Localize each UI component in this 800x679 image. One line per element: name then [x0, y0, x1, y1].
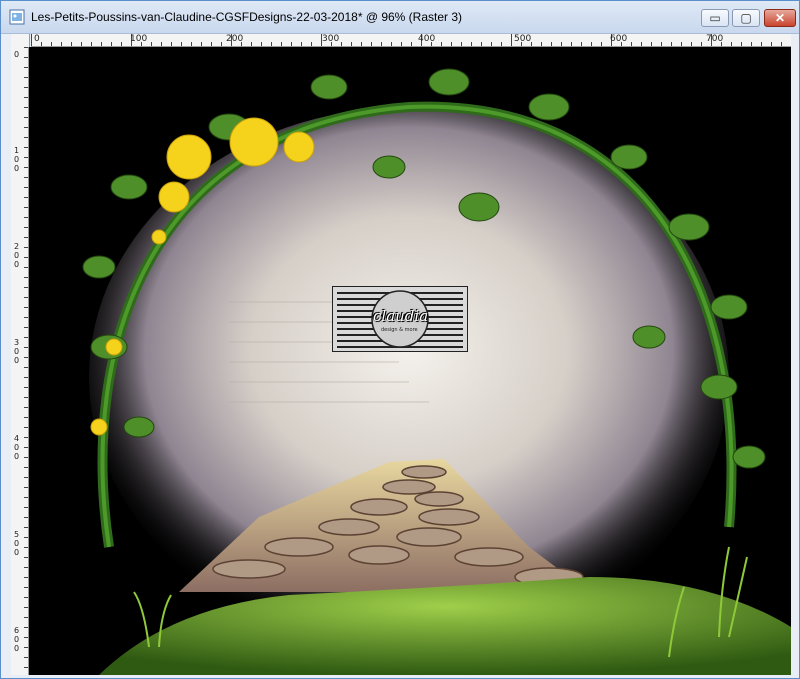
- ruler-label: 0: [14, 635, 19, 644]
- ruler-label: 0: [14, 155, 19, 164]
- ruler-label: 0: [14, 356, 19, 365]
- ruler-corner: [11, 34, 30, 48]
- title-bar[interactable]: Les-Petits-Poussins-van-Claudine-CGSFDes…: [1, 1, 799, 34]
- psp-image-icon: [9, 9, 25, 25]
- image-canvas[interactable]: claudia design & more: [29, 47, 791, 675]
- ruler-label: 6: [14, 626, 19, 635]
- vertical-ruler[interactable]: 0100200300400500600: [11, 47, 29, 675]
- maximize-button[interactable]: ▢: [732, 9, 760, 27]
- ruler-label: 0: [14, 164, 19, 173]
- ruler-label: 0: [14, 539, 19, 548]
- ruler-label: 1: [14, 146, 19, 155]
- ruler-label: 4: [14, 434, 19, 443]
- ruler-label: 700: [706, 34, 724, 44]
- ruler-label: 3: [14, 338, 19, 347]
- ruler-label: 600: [610, 34, 628, 44]
- ruler-label: 0: [34, 34, 40, 44]
- image-window: Les-Petits-Poussins-van-Claudine-CGSFDes…: [0, 0, 800, 679]
- watermark-subtext: design & more: [381, 327, 418, 333]
- ruler-label: 500: [514, 34, 532, 44]
- minimize-icon: ▭: [709, 11, 721, 25]
- ruler-label: 5: [14, 530, 19, 539]
- watermark-logo: claudia design & more: [332, 286, 468, 352]
- ruler-label: 200: [226, 34, 244, 44]
- ruler-label: 400: [418, 34, 436, 44]
- ruler-label: 0: [14, 644, 19, 653]
- ruler-label: 0: [14, 251, 19, 260]
- ruler-label: 0: [14, 50, 19, 59]
- maximize-icon: ▢: [740, 11, 752, 25]
- close-button[interactable]: ✕: [764, 9, 796, 27]
- ruler-label: 300: [322, 34, 340, 44]
- ruler-label: 0: [14, 443, 19, 452]
- minimize-button[interactable]: ▭: [701, 9, 729, 27]
- vertical-ruler-ticks: 0100200300400500600: [14, 47, 28, 668]
- ruler-label: 0: [14, 452, 19, 461]
- window-title: Les-Petits-Poussins-van-Claudine-CGSFDes…: [31, 10, 463, 24]
- close-icon: ✕: [774, 11, 786, 25]
- ruler-label: 0: [14, 260, 19, 269]
- ruler-label: 0: [14, 347, 19, 356]
- horizontal-ruler[interactable]: 0 100 200 300 400 500 600 700: [31, 34, 791, 47]
- scene-artwork: [29, 47, 791, 675]
- ruler-label: 2: [14, 242, 19, 251]
- ruler-label: 0: [14, 548, 19, 557]
- watermark-text: claudia: [373, 307, 429, 325]
- ruler-label: 100: [130, 34, 148, 44]
